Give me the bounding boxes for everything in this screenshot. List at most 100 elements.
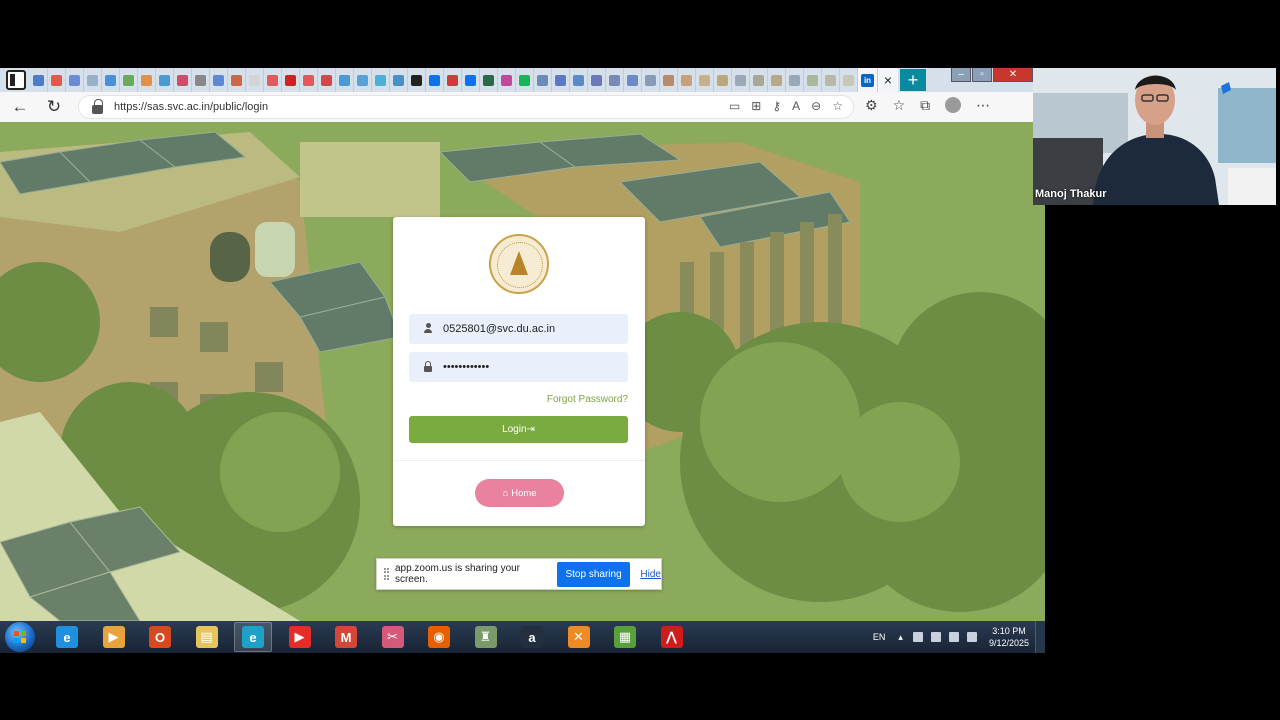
- extensions-icon[interactable]: ⚙: [865, 97, 878, 114]
- new-tab-button[interactable]: +: [900, 69, 926, 91]
- favorites-icon[interactable]: ☆: [893, 97, 906, 114]
- taskbar-app-spreadsheet[interactable]: ▦: [606, 622, 644, 652]
- device-icon[interactable]: [912, 632, 923, 642]
- tab-4[interactable]: [84, 68, 102, 92]
- read-aloud-icon[interactable]: A: [792, 99, 800, 113]
- more-icon[interactable]: ⋯: [976, 97, 990, 114]
- tab-28[interactable]: [516, 68, 534, 92]
- tab-23[interactable]: [426, 68, 444, 92]
- tab-20[interactable]: [372, 68, 390, 92]
- flag-icon[interactable]: [930, 632, 941, 642]
- taskbar-app-youtube[interactable]: ▶: [281, 622, 319, 652]
- tab-37[interactable]: [678, 68, 696, 92]
- close-window-button[interactable]: ✕: [993, 68, 1033, 82]
- tab-18[interactable]: [336, 68, 354, 92]
- tab-38[interactable]: [696, 68, 714, 92]
- tab-43[interactable]: [786, 68, 804, 92]
- taskbar-app-app[interactable]: ♜: [467, 622, 505, 652]
- tab-close-button[interactable]: ×: [878, 68, 898, 92]
- zoom-icon[interactable]: ⊖: [811, 99, 821, 113]
- tab-17[interactable]: [318, 68, 336, 92]
- tab-30[interactable]: [552, 68, 570, 92]
- tab-favicon-icon: [447, 74, 458, 86]
- tab-25[interactable]: [462, 68, 480, 92]
- tab-16[interactable]: [300, 68, 318, 92]
- favorite-add-icon[interactable]: ☆: [832, 99, 843, 113]
- start-button[interactable]: [5, 622, 35, 652]
- tab-actions-button[interactable]: [6, 70, 26, 90]
- tab-7[interactable]: [138, 68, 156, 92]
- tab-33[interactable]: [606, 68, 624, 92]
- tab-29[interactable]: [534, 68, 552, 92]
- reading-view-icon[interactable]: ▭: [729, 99, 740, 113]
- taskbar-app-gmail[interactable]: M: [327, 622, 365, 652]
- volume-muted-icon[interactable]: [948, 632, 959, 642]
- tab-19[interactable]: [354, 68, 372, 92]
- email-field[interactable]: 0525801@svc.du.ac.in: [409, 314, 628, 344]
- home-button[interactable]: ⌂ Home: [475, 479, 564, 507]
- tab-9[interactable]: [174, 68, 192, 92]
- tab-35[interactable]: [642, 68, 660, 92]
- stop-sharing-button[interactable]: Stop sharing: [556, 561, 631, 587]
- tab-32[interactable]: [588, 68, 606, 92]
- password-field[interactable]: ••••••••••••: [409, 352, 628, 382]
- tab-45[interactable]: [822, 68, 840, 92]
- tab-31[interactable]: [570, 68, 588, 92]
- tab-15[interactable]: [282, 68, 300, 92]
- tab-2[interactable]: [48, 68, 66, 92]
- tab-6[interactable]: [120, 68, 138, 92]
- tab-14[interactable]: [264, 68, 282, 92]
- tab-24[interactable]: [444, 68, 462, 92]
- url-input[interactable]: https://sas.svc.ac.in/public/login ▭ ⊞ ⚷…: [78, 95, 854, 119]
- tab-22[interactable]: [408, 68, 426, 92]
- tab-27[interactable]: [498, 68, 516, 92]
- tab-1[interactable]: [30, 68, 48, 92]
- taskbar-app-media-player[interactable]: ▶: [95, 622, 133, 652]
- refresh-icon[interactable]: ↻: [40, 93, 68, 121]
- tab-46[interactable]: [840, 68, 858, 92]
- tray-expand-icon[interactable]: ▴: [898, 632, 903, 643]
- clock[interactable]: 3:10 PM 9/12/2025: [989, 625, 1029, 649]
- taskbar-app-edge[interactable]: e: [234, 622, 272, 652]
- collections-icon[interactable]: ⧉: [920, 97, 930, 114]
- taskbar-app-firefox[interactable]: ◉: [420, 622, 458, 652]
- tab-21[interactable]: [390, 68, 408, 92]
- profile-icon[interactable]: [945, 97, 962, 113]
- tab-26[interactable]: [480, 68, 498, 92]
- tab-8[interactable]: [156, 68, 174, 92]
- tab-5[interactable]: [102, 68, 120, 92]
- drag-handle-icon[interactable]: [384, 568, 389, 580]
- tab-34[interactable]: [624, 68, 642, 92]
- taskbar-app-xampp[interactable]: ✕: [560, 622, 598, 652]
- minimize-button[interactable]: –: [951, 68, 971, 82]
- taskbar-app-file-explorer[interactable]: ▤: [188, 622, 226, 652]
- tab-10[interactable]: [192, 68, 210, 92]
- taskbar-app-acrobat[interactable]: ⋀: [653, 622, 691, 652]
- tab-42[interactable]: [768, 68, 786, 92]
- forgot-password-link[interactable]: Forgot Password?: [547, 394, 628, 405]
- language-indicator[interactable]: EN: [873, 632, 886, 642]
- lock-icon[interactable]: [92, 98, 103, 114]
- tab-active[interactable]: in: [858, 68, 878, 92]
- restore-button[interactable]: ▫: [972, 68, 992, 82]
- tab-44[interactable]: [804, 68, 822, 92]
- tab-39[interactable]: [714, 68, 732, 92]
- taskbar-app-office[interactable]: O: [141, 622, 179, 652]
- tab-36[interactable]: [660, 68, 678, 92]
- tab-13[interactable]: [246, 68, 264, 92]
- taskbar-app-amazon[interactable]: a: [513, 622, 551, 652]
- tab-40[interactable]: [732, 68, 750, 92]
- tab-12[interactable]: [228, 68, 246, 92]
- login-button[interactable]: Login ⇥: [409, 416, 628, 443]
- tab-11[interactable]: [210, 68, 228, 92]
- back-icon[interactable]: ←: [6, 93, 34, 121]
- network-icon[interactable]: [966, 632, 977, 642]
- tab-41[interactable]: [750, 68, 768, 92]
- apps-icon[interactable]: ⊞: [751, 99, 761, 113]
- key-icon[interactable]: ⚷: [772, 99, 781, 113]
- taskbar-app-snipping-tool[interactable]: ✂: [374, 622, 412, 652]
- tab-3[interactable]: [66, 68, 84, 92]
- hide-link[interactable]: Hide: [640, 569, 661, 580]
- taskbar-app-internet-explorer[interactable]: e: [48, 622, 86, 652]
- show-desktop-button[interactable]: [1035, 621, 1045, 653]
